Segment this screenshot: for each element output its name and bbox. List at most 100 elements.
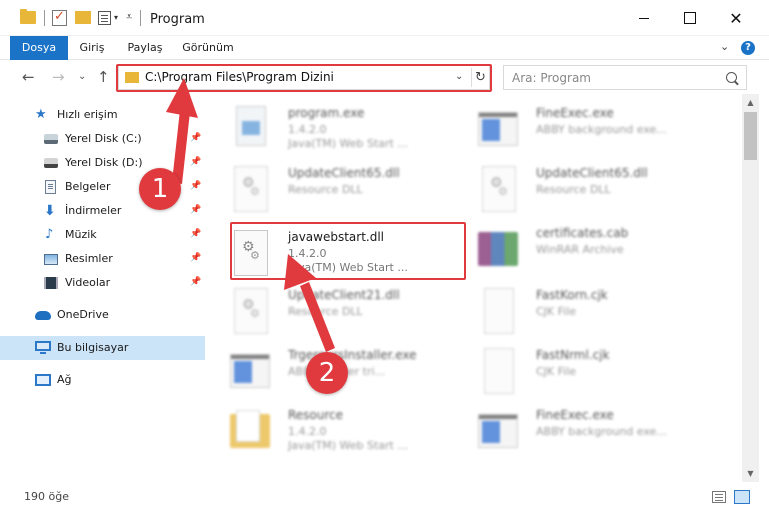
expand-ribbon-icon[interactable]: ⌄: [720, 40, 729, 53]
file-item[interactable]: certificates.cab WinRAR Archive: [470, 220, 720, 278]
pin-icon[interactable]: 📌: [190, 205, 201, 215]
properties-check-icon[interactable]: [52, 9, 67, 26]
file-name: UpdateClient65.dll: [288, 166, 400, 180]
file-name: FastNrml.cjk: [536, 348, 610, 362]
tab-dosya[interactable]: Dosya: [10, 36, 68, 60]
network-icon: [35, 374, 51, 386]
disk-d-icon: [44, 158, 58, 168]
file-name: FineExec.exe: [536, 408, 614, 422]
file-item[interactable]: UpdateClient65.dll Resource DLL: [222, 160, 472, 218]
file-item[interactable]: UpdateClient21.dll Resource DLL: [222, 282, 472, 340]
file-description: Java(TM) Web Start ...: [288, 439, 408, 452]
disk-c-icon: [44, 134, 58, 144]
search-box[interactable]: Ara: Program: [503, 65, 747, 90]
new-folder-icon[interactable]: [75, 11, 91, 24]
sidebar-item-pictures[interactable]: Resimler 📌: [0, 248, 205, 270]
file-name: program.exe: [288, 106, 365, 120]
large-icons-view-icon[interactable]: [734, 490, 750, 504]
scroll-thumb[interactable]: [744, 112, 757, 160]
file-description: ABBY background exe...: [536, 123, 667, 136]
sidebar-item-videos[interactable]: Videolar 📌: [0, 272, 205, 294]
vertical-scrollbar[interactable]: ▲ ▼: [742, 94, 759, 482]
file-description: Resource DLL: [536, 183, 611, 196]
file-description: CJK File: [536, 305, 577, 318]
pin-icon[interactable]: 📌: [190, 229, 201, 239]
maximize-button[interactable]: [667, 0, 713, 36]
tab-paylas[interactable]: Paylaş: [120, 36, 170, 60]
scroll-down-icon[interactable]: ▼: [742, 465, 759, 482]
navigation-pane: ★ Hızlı erişim Yerel Disk (C:) 📌 Yerel D…: [0, 94, 205, 482]
pin-icon[interactable]: 📌: [190, 253, 201, 263]
sidebar-item-label: Resimler: [65, 252, 113, 265]
file-name: UpdateClient21.dll: [288, 288, 400, 302]
address-highlight-box: [116, 64, 492, 92]
chevron-down-icon[interactable]: ▾: [114, 13, 118, 22]
search-input[interactable]: Ara: Program: [512, 71, 591, 85]
downloads-icon: ⬇: [44, 203, 56, 219]
sidebar-item-music[interactable]: ♪ Müzik 📌: [0, 224, 205, 246]
sidebar-item-disk-c[interactable]: Yerel Disk (C:) 📌: [0, 128, 205, 150]
pictures-icon: [44, 254, 58, 265]
file-item[interactable]: FineExec.exe ABBY background exe...: [470, 100, 720, 158]
dll-gear-icon: [482, 166, 516, 212]
pin-icon[interactable]: 📌: [190, 133, 201, 143]
ribbon-tabs: Dosya Giriş Paylaş Görünüm ⌄ ?: [0, 36, 769, 60]
file-item[interactable]: program.exe 1.4.2.0 Java(TM) Web Start .…: [222, 100, 472, 158]
file-item[interactable]: FineExec.exe ABBY background exe...: [470, 402, 720, 460]
scroll-up-icon[interactable]: ▲: [742, 94, 759, 111]
dll-gear-icon: [234, 288, 268, 334]
sidebar-item-label: Hızlı erişim: [57, 108, 118, 121]
pin-icon[interactable]: 📌: [190, 157, 201, 167]
pin-icon[interactable]: 📌: [190, 181, 201, 191]
sidebar-item-this-pc[interactable]: Bu bilgisayar: [0, 336, 205, 360]
file-version: 1.4.2.0: [288, 123, 327, 136]
toolbar-separator: [44, 10, 45, 26]
details-view-icon[interactable]: [712, 491, 726, 503]
file-highlight-box: [230, 222, 466, 280]
sidebar-item-network[interactable]: Ağ: [0, 369, 205, 391]
step-badge-2: 2: [306, 352, 348, 394]
this-pc-icon: [35, 341, 51, 354]
sidebar-item-onedrive[interactable]: OneDrive: [0, 304, 205, 326]
file-name: FineExec.exe: [536, 106, 614, 120]
file-description: Resource DLL: [288, 183, 363, 196]
minimize-button[interactable]: [621, 0, 667, 36]
sidebar-item-label: OneDrive: [57, 308, 109, 321]
sidebar-item-disk-d[interactable]: Yerel Disk (D:) 📌: [0, 152, 205, 174]
toolbar-separator: [140, 10, 141, 26]
pin-icon[interactable]: 📌: [190, 277, 201, 287]
file-name: certificates.cab: [536, 226, 629, 240]
file-name: Resource: [288, 408, 344, 422]
tab-gorunum[interactable]: Görünüm: [176, 36, 240, 60]
app-window-icon: [230, 354, 270, 388]
tab-giris[interactable]: Giriş: [72, 36, 112, 60]
sidebar-item-quick-access[interactable]: ★ Hızlı erişim: [0, 104, 205, 126]
star-icon: ★: [35, 107, 47, 122]
videos-icon: [44, 277, 58, 289]
dll-gear-icon: [234, 166, 268, 212]
up-button[interactable]: ↑: [97, 68, 110, 86]
recent-locations-button[interactable]: ⌄: [78, 71, 86, 82]
properties-icon[interactable]: [98, 11, 111, 25]
customize-toolbar-icon[interactable]: ⩡: [126, 10, 132, 24]
file-item[interactable]: Resource 1.4.2.0 Java(TM) Web Start ...: [222, 402, 472, 460]
help-icon[interactable]: ?: [741, 41, 755, 55]
file-name: UpdateClient65.dll: [536, 166, 648, 180]
file-item[interactable]: FastNrml.cjk CJK File: [470, 342, 720, 400]
file-name: FastKorn.cjk: [536, 288, 608, 302]
file-list: program.exe 1.4.2.0 Java(TM) Web Start .…: [212, 94, 742, 482]
title-bar: ▾ ⩡ Program ✕: [0, 0, 769, 36]
back-button[interactable]: ←: [22, 68, 35, 86]
blank-file-icon: [484, 288, 514, 334]
file-description: ABBY background exe...: [536, 425, 667, 438]
file-description: Resource DLL: [288, 305, 363, 318]
folder-icon: [230, 410, 270, 448]
file-item[interactable]: UpdateClient65.dll Resource DLL: [470, 160, 720, 218]
forward-button[interactable]: →: [52, 68, 65, 86]
close-button[interactable]: ✕: [713, 0, 759, 36]
app-window-icon: [478, 112, 518, 146]
sidebar-item-label: Müzik: [65, 228, 97, 241]
search-icon[interactable]: [726, 72, 737, 83]
status-bar: 190 öğe: [0, 482, 769, 526]
file-item[interactable]: FastKorn.cjk CJK File: [470, 282, 720, 340]
